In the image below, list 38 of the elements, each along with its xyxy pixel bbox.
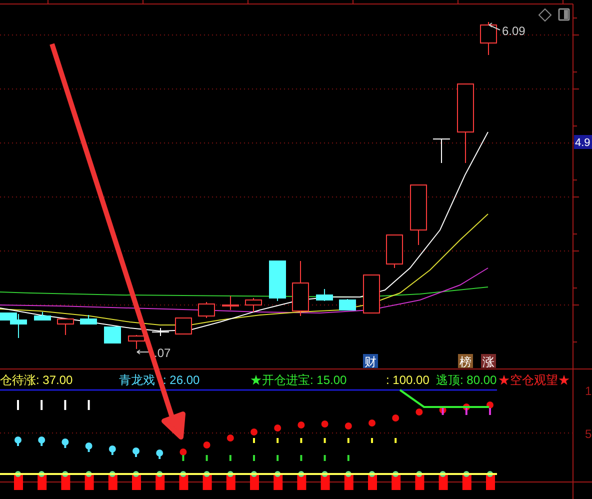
indicator-legend: : 26.00 xyxy=(163,373,200,387)
candlestick xyxy=(292,260,309,316)
candlestick xyxy=(363,274,380,314)
candlestick xyxy=(480,22,497,56)
candlestick xyxy=(269,260,286,302)
leader-line xyxy=(136,350,150,354)
candlestick xyxy=(245,298,262,312)
candlestick xyxy=(128,334,145,350)
candlestick xyxy=(104,326,121,344)
axis-label: 5 xyxy=(585,427,592,441)
diamond-icon[interactable] xyxy=(538,8,552,22)
indicator-legend: : 100.00 xyxy=(386,373,430,387)
low-price-label: .07 xyxy=(154,346,171,360)
candlestick xyxy=(80,314,97,324)
candlestick xyxy=(222,296,239,310)
candlestick xyxy=(386,234,403,268)
event-badge[interactable]: 涨 xyxy=(481,354,496,369)
indicator-legend: 仓待涨: 37.00 xyxy=(0,373,73,387)
indicator-legend: 青龙戏 xyxy=(119,373,155,387)
indicator-legend: ★开仓进宝: 15.00 xyxy=(250,373,347,387)
indicator-legend: 逃顶: 80.00 xyxy=(436,373,497,387)
candlestick xyxy=(339,298,356,310)
candlestick xyxy=(316,288,333,302)
candlestick xyxy=(198,302,215,318)
event-badge[interactable]: 财 xyxy=(363,354,378,369)
current-price-tag: 4.9 xyxy=(574,135,592,149)
candlestick xyxy=(432,138,450,164)
candlestick xyxy=(410,184,427,246)
high-price-annotation xyxy=(488,22,500,30)
high-price-label: 6.09 xyxy=(502,24,526,38)
candlestick xyxy=(175,318,192,334)
indicator-legend: ★空仓观望★ xyxy=(498,373,570,387)
event-badge[interactable]: 榜 xyxy=(458,354,473,369)
axis-label: 1 xyxy=(585,384,592,398)
candlestick xyxy=(152,328,170,336)
candlestick xyxy=(34,312,51,320)
panel-toggle-icon[interactable] xyxy=(558,8,570,21)
candlestick xyxy=(57,318,74,336)
